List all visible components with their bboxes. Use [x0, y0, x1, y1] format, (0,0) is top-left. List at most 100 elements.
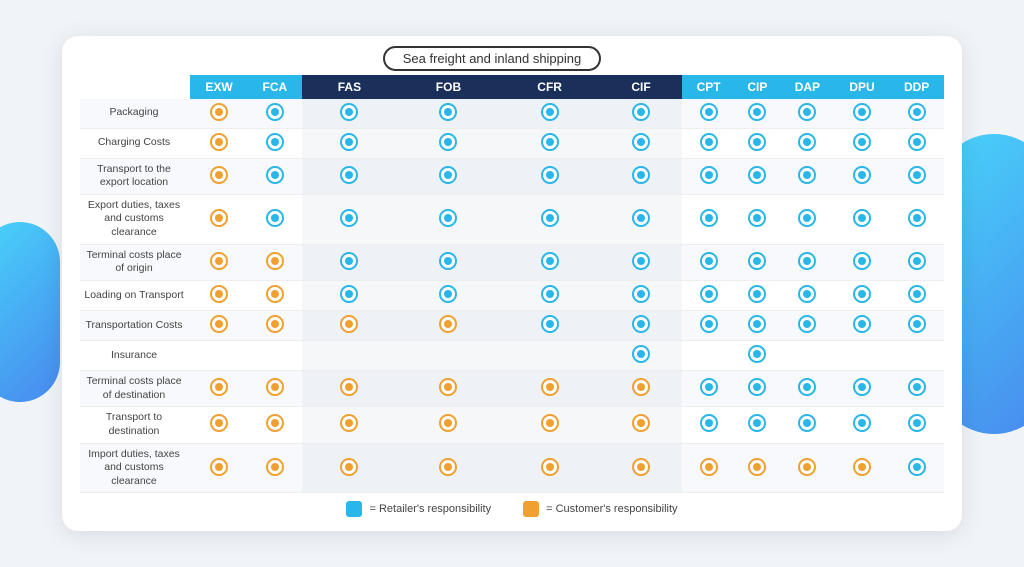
table-cell	[500, 194, 600, 244]
blue-circle	[748, 345, 766, 363]
table-cell	[248, 407, 301, 443]
customer-color-swatch	[523, 501, 539, 517]
table-row: Loading on Transport	[80, 281, 944, 311]
table-cell	[835, 341, 890, 371]
table-cell	[397, 194, 499, 244]
table-row: Export duties, taxes and customs clearan…	[80, 194, 944, 244]
table-cell	[600, 443, 683, 493]
row-label: Insurance	[80, 341, 190, 371]
table-cell	[780, 99, 835, 129]
table-cell	[397, 281, 499, 311]
orange-circle	[340, 315, 358, 333]
retailer-color-swatch	[346, 501, 362, 517]
blue-circle	[798, 133, 816, 151]
table-cell	[780, 311, 835, 341]
blue-circle	[632, 285, 650, 303]
orange-circle	[632, 458, 650, 476]
blue-circle	[439, 285, 457, 303]
table-cell	[302, 194, 398, 244]
table-cell	[780, 371, 835, 407]
table-cell	[780, 244, 835, 280]
empty-circle	[853, 345, 871, 363]
table-cell	[248, 244, 301, 280]
orange-circle	[210, 414, 228, 432]
col-fas: FAS	[302, 75, 398, 99]
table-cell	[682, 311, 734, 341]
table-row: Charging Costs	[80, 128, 944, 158]
orange-circle	[210, 133, 228, 151]
blue-circle	[266, 166, 284, 184]
blue-circle	[853, 378, 871, 396]
blue-circle	[748, 378, 766, 396]
col-cif: CIF	[600, 75, 683, 99]
table-cell	[190, 407, 248, 443]
table-cell	[500, 158, 600, 194]
orange-circle	[439, 315, 457, 333]
blue-circle	[853, 209, 871, 227]
table-cell	[248, 99, 301, 129]
blue-circle	[632, 345, 650, 363]
blue-circle	[266, 133, 284, 151]
blue-circle	[908, 166, 926, 184]
orange-circle	[210, 458, 228, 476]
blue-circle	[541, 285, 559, 303]
table-cell	[735, 158, 780, 194]
blue-circle	[853, 166, 871, 184]
orange-circle	[210, 252, 228, 270]
table-cell	[302, 244, 398, 280]
row-label: Import duties, taxes and customs clearan…	[80, 443, 190, 493]
table-cell	[600, 194, 683, 244]
table-cell	[190, 194, 248, 244]
blue-circle	[266, 103, 284, 121]
orange-circle	[210, 315, 228, 333]
blue-circle	[853, 252, 871, 270]
table-cell	[600, 371, 683, 407]
blue-circle	[748, 252, 766, 270]
blue-circle	[748, 103, 766, 121]
orange-circle	[266, 378, 284, 396]
blue-circle	[439, 252, 457, 270]
row-label: Transport to the export location	[80, 158, 190, 194]
orange-circle	[210, 209, 228, 227]
legend-retailer: = Retailer's responsibility	[346, 501, 491, 517]
table-cell	[735, 128, 780, 158]
row-label: Transport to destination	[80, 407, 190, 443]
table-cell	[600, 99, 683, 129]
table-cell	[302, 341, 398, 371]
blue-circle	[340, 166, 358, 184]
blue-circle	[853, 315, 871, 333]
table-cell	[302, 281, 398, 311]
orange-circle	[210, 285, 228, 303]
blue-circle	[908, 285, 926, 303]
empty-circle	[266, 345, 284, 363]
table-cell	[500, 311, 600, 341]
orange-circle	[700, 458, 718, 476]
table-cell	[190, 341, 248, 371]
table-cell	[600, 281, 683, 311]
table-cell	[397, 443, 499, 493]
blue-circle	[439, 133, 457, 151]
blue-circle	[439, 103, 457, 121]
row-label: Terminal costs place of destination	[80, 371, 190, 407]
blue-circle	[340, 103, 358, 121]
table-cell	[600, 311, 683, 341]
table-cell	[190, 311, 248, 341]
empty-circle	[908, 345, 926, 363]
table-cell	[682, 158, 734, 194]
blue-circle	[853, 103, 871, 121]
table-cell	[889, 281, 944, 311]
table-cell	[835, 407, 890, 443]
blue-circle	[853, 414, 871, 432]
blue-circle	[908, 133, 926, 151]
orange-circle	[748, 458, 766, 476]
table-cell	[302, 311, 398, 341]
table-cell	[302, 158, 398, 194]
blue-circle	[541, 315, 559, 333]
table-cell	[835, 311, 890, 341]
blue-circle	[541, 209, 559, 227]
table-cell	[248, 194, 301, 244]
table-cell	[889, 99, 944, 129]
table-cell	[500, 407, 600, 443]
table-cell	[835, 99, 890, 129]
table-cell	[780, 128, 835, 158]
